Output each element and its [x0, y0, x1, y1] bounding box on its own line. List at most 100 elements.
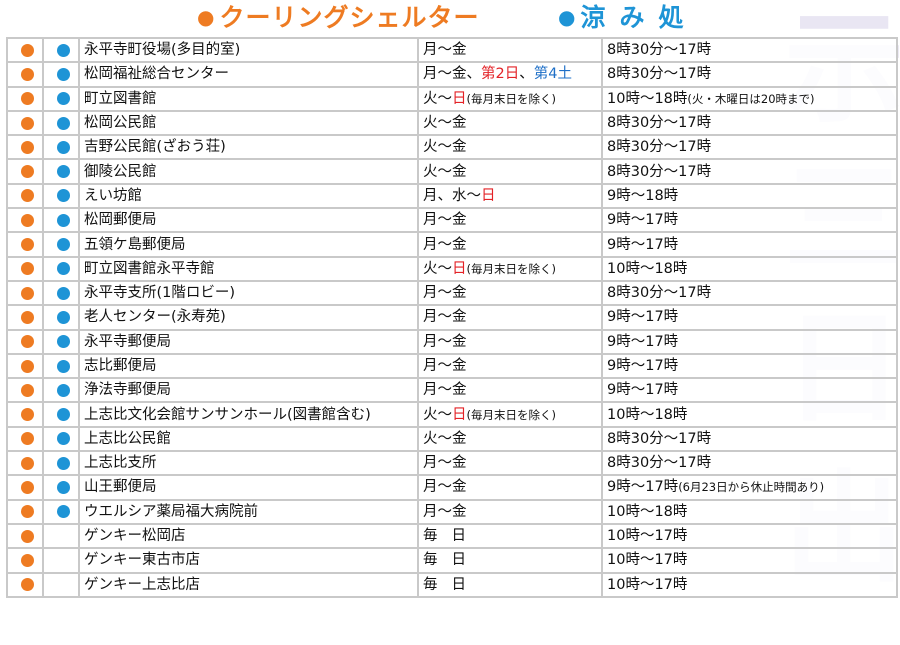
- blue-dot-icon: [56, 480, 70, 494]
- orange-dot-icon: [20, 383, 34, 397]
- open-hours: 8時30分～17時: [601, 109, 898, 137]
- orange-dot-icon: [20, 408, 34, 422]
- table-row: 上志比文化会館サンサンホール(図書館含む) 火～日(毎月末日を除く) 10時～18時: [6, 401, 898, 428]
- table-row: ゲンキー松岡店 毎日 10時～17時: [6, 522, 898, 550]
- blue-dot-icon: [56, 286, 70, 300]
- orange-dot-icon: [20, 432, 34, 446]
- facility-schedule-table: 永平寺町役場(多目的室) 月～金 8時30分～17時 松岡福祉総合センター 月～金、第2…: [6, 36, 898, 598]
- open-hours: 8時30分～17時: [601, 134, 898, 161]
- cooling-shelter-cell: [6, 85, 44, 112]
- orange-dot-icon: [20, 165, 34, 179]
- table-row: 松岡福祉総合センター 月～金、第2日、第4土 8時30分～17時: [6, 61, 898, 88]
- cooling-shelter-cell: [6, 304, 44, 331]
- facility-name: 町立図書館永平寺館: [78, 255, 419, 282]
- open-hours: 8時30分～17時: [601, 36, 898, 64]
- facility-name: 五領ケ島郵便局: [78, 231, 419, 258]
- suzumi-cell: [42, 547, 80, 574]
- suzumi-cell: [42, 279, 80, 307]
- orange-dot-icon: [20, 480, 34, 494]
- open-hours: 8時30分～17時: [601, 450, 898, 477]
- blue-dot-icon: [56, 189, 70, 203]
- blue-dot-icon: ●: [558, 5, 577, 29]
- cooling-shelter-cell: [6, 522, 44, 550]
- suzumi-cell: [42, 36, 80, 64]
- suzumi-cell: [42, 425, 80, 453]
- legend-header: ● クーリングシェルター ● 涼み処: [0, 0, 900, 36]
- facility-name: 老人センター(永寿苑): [78, 304, 419, 331]
- blue-dot-icon: [56, 140, 70, 154]
- open-hours: 9時～17時: [601, 377, 898, 404]
- table-row: 永平寺支所(1階ロビー) 月～金 8時30分～17時: [6, 279, 898, 307]
- facility-name: ゲンキー東古市店: [78, 547, 419, 574]
- suzumi-cell: [42, 474, 80, 501]
- facility-name: 上志比公民館: [78, 425, 419, 453]
- open-days-part: 火～: [423, 90, 452, 107]
- open-days-part: (毎月末日を除く): [466, 407, 556, 422]
- suzumi-cell: [42, 352, 80, 380]
- open-hours: 10時～17時: [601, 522, 898, 550]
- cooling-shelter-cell: [6, 231, 44, 258]
- orange-dot-icon: [20, 238, 34, 252]
- orange-dot-icon: ●: [197, 5, 216, 29]
- cooling-shelter-cell: [6, 255, 44, 282]
- orange-dot-icon: [20, 286, 34, 300]
- table-row: 御陵公民館 火～金 8時30分～17時: [6, 158, 898, 185]
- suzumi-cell: [42, 328, 80, 355]
- cooling-shelter-cell: [6, 279, 44, 307]
- orange-dot-icon: [20, 335, 34, 349]
- open-days: 火～金: [417, 109, 603, 137]
- open-hours-part: (6月23日から休止時間あり): [678, 480, 825, 495]
- open-days: 月～金: [417, 474, 603, 501]
- open-hours: 9時～17時(6月23日から休止時間あり): [601, 474, 898, 501]
- cooling-shelter-cell: [6, 547, 44, 574]
- orange-dot-icon: [20, 213, 34, 227]
- legend-suzumi: ● 涼み処: [558, 3, 697, 34]
- cooling-shelter-cell: [6, 377, 44, 404]
- open-hours: 8時30分～17時: [601, 425, 898, 453]
- open-days-part: 、: [519, 66, 534, 83]
- open-days: 月～金: [417, 279, 603, 307]
- table-row: 浄法寺郵便局 月～金 9時～17時: [6, 377, 898, 404]
- blue-dot-icon: [56, 262, 70, 276]
- facility-name: 上志比支所: [78, 450, 419, 477]
- open-hours: 8時30分～17時: [601, 158, 898, 185]
- cooling-shelter-cell: [6, 498, 44, 525]
- open-hours: 9時～17時: [601, 304, 898, 331]
- orange-dot-icon: [20, 456, 34, 470]
- suzumi-cell: [42, 571, 80, 598]
- facility-name: 永平寺郵便局: [78, 328, 419, 355]
- orange-dot-icon: [20, 553, 34, 567]
- open-days: 毎日: [417, 522, 603, 550]
- facility-name: 吉野公民館(ざおう荘): [78, 134, 419, 161]
- facility-name: 浄法寺郵便局: [78, 377, 419, 404]
- cooling-shelter-cell: [6, 352, 44, 380]
- orange-dot-icon: [20, 262, 34, 276]
- cooling-shelter-cell: [6, 425, 44, 453]
- open-days: 月、水～日: [417, 182, 603, 210]
- blue-dot-icon: [56, 92, 70, 106]
- cooling-shelter-cell: [6, 134, 44, 161]
- table-row: 上志比公民館 火～金 8時30分～17時: [6, 425, 898, 453]
- open-hours: 9時～18時: [601, 182, 898, 210]
- table-row: 山王郵便局 月～金 9時～17時(6月23日から休止時間あり): [6, 474, 898, 501]
- open-days: 月～金: [417, 498, 603, 525]
- open-hours: 9時～17時: [601, 328, 898, 355]
- facility-name: 松岡福祉総合センター: [78, 61, 419, 88]
- facility-name: 永平寺支所(1階ロビー): [78, 279, 419, 307]
- blue-dot-icon: [56, 383, 70, 397]
- open-hours: 9時～17時: [601, 352, 898, 380]
- table-row: えい坊館 月、水～日 9時～18時: [6, 182, 898, 210]
- orange-dot-icon: [20, 116, 34, 130]
- table-row: 松岡郵便局 月～金 9時～17時: [6, 207, 898, 234]
- suzumi-cell: [42, 377, 80, 404]
- cooling-shelter-cell: [6, 36, 44, 64]
- blue-dot-icon: [56, 310, 70, 324]
- orange-dot-icon: [20, 43, 34, 57]
- suzumi-cell: [42, 304, 80, 331]
- open-hours-part: (火・木曜日は20時まで): [687, 91, 815, 106]
- table-row: ゲンキー上志比店 毎日 10時～17時: [6, 571, 898, 598]
- suzumi-cell: [42, 401, 80, 428]
- suzumi-cell: [42, 231, 80, 258]
- cooling-shelter-cell: [6, 158, 44, 185]
- open-hours: 10時～18時: [601, 401, 898, 428]
